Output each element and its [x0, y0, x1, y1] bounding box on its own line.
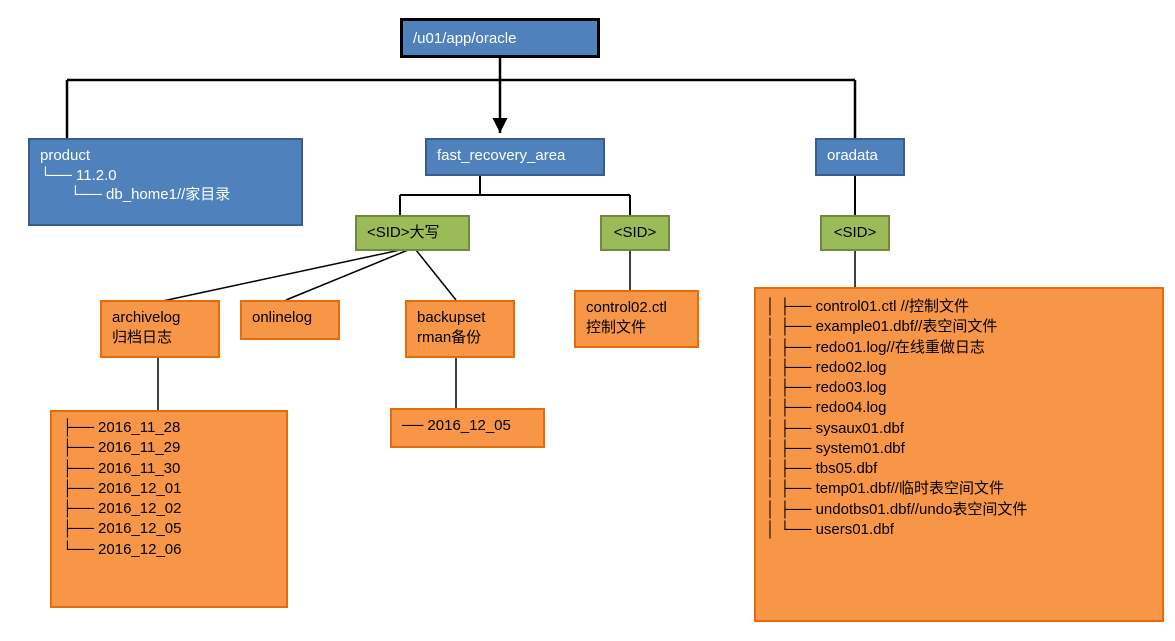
archivelog-line2: 归档日志: [112, 328, 208, 348]
fast-recovery-node: fast_recovery_area: [425, 138, 605, 176]
list-item: ├── 2016_12_01: [62, 479, 276, 499]
list-item: │ ├── sysaux01.dbf: [766, 419, 1152, 439]
archivelog-line1: archivelog: [112, 308, 208, 328]
archivelog-dates-list: ├── 2016_11_28├── 2016_11_29├── 2016_11_…: [62, 418, 276, 560]
control02-node: control02.ctl 控制文件: [574, 290, 699, 348]
product-title: product: [40, 146, 291, 166]
list-item: │ └── users01.dbf: [766, 520, 1152, 540]
oradata-node: oradata: [815, 138, 905, 176]
sid-oradata-node: <SID>: [820, 215, 890, 251]
oradata-files-list: │ ├── control01.ctl //控制文件│ ├── example0…: [766, 297, 1152, 540]
list-item: │ ├── system01.dbf: [766, 439, 1152, 459]
list-item: │ ├── example01.dbf//表空间文件: [766, 317, 1152, 337]
root-label: /u01/app/oracle: [413, 30, 516, 47]
sid-fra-node: <SID>: [600, 215, 670, 251]
product-node: product └── 11.2.0 └── db_home1//家目录: [28, 138, 303, 226]
control02-line1: control02.ctl: [586, 298, 687, 318]
archivelog-node: archivelog 归档日志: [100, 300, 220, 358]
product-line1: └── 11.2.0: [40, 166, 291, 186]
list-item: │ ├── tbs05.dbf: [766, 459, 1152, 479]
list-item: │ ├── redo02.log: [766, 358, 1152, 378]
list-item: │ ├── redo04.log: [766, 398, 1152, 418]
oradata-title: oradata: [827, 147, 878, 164]
backupset-dates-node: ── 2016_12_05: [390, 408, 545, 448]
diagram-canvas: /u01/app/oracle product └── 11.2.0 └── d…: [0, 0, 1175, 641]
sid-upper-label: <SID>大写: [367, 224, 440, 241]
archivelog-dates-node: ├── 2016_11_28├── 2016_11_29├── 2016_11_…: [50, 410, 288, 608]
control02-line2: 控制文件: [586, 318, 687, 338]
backupset-dates-list: ── 2016_12_05: [402, 416, 533, 436]
oradata-files-node: │ ├── control01.ctl //控制文件│ ├── example0…: [754, 287, 1164, 622]
list-item: ── 2016_12_05: [402, 416, 533, 436]
backupset-line1: backupset: [417, 308, 503, 328]
sid-oradata-label: <SID>: [834, 224, 877, 241]
backupset-node: backupset rman备份: [405, 300, 515, 358]
product-line2: └── db_home1//家目录: [40, 185, 291, 205]
list-item: ├── 2016_11_28: [62, 418, 276, 438]
list-item: ├── 2016_12_05: [62, 519, 276, 539]
root-node: /u01/app/oracle: [400, 18, 600, 58]
onlinelog-node: onlinelog: [240, 300, 340, 340]
sid-upper-node: <SID>大写: [355, 215, 470, 251]
fast-recovery-title: fast_recovery_area: [437, 147, 565, 164]
list-item: ├── 2016_11_29: [62, 438, 276, 458]
list-item: └── 2016_12_06: [62, 540, 276, 560]
list-item: │ ├── redo01.log//在线重做日志: [766, 338, 1152, 358]
list-item: │ ├── redo03.log: [766, 378, 1152, 398]
list-item: │ ├── undotbs01.dbf//undo表空间文件: [766, 500, 1152, 520]
backupset-line2: rman备份: [417, 328, 503, 348]
list-item: │ ├── control01.ctl //控制文件: [766, 297, 1152, 317]
onlinelog-label: onlinelog: [252, 309, 312, 326]
list-item: ├── 2016_11_30: [62, 459, 276, 479]
list-item: │ ├── temp01.dbf//临时表空间文件: [766, 479, 1152, 499]
list-item: ├── 2016_12_02: [62, 499, 276, 519]
sid-fra-label: <SID>: [614, 224, 657, 241]
